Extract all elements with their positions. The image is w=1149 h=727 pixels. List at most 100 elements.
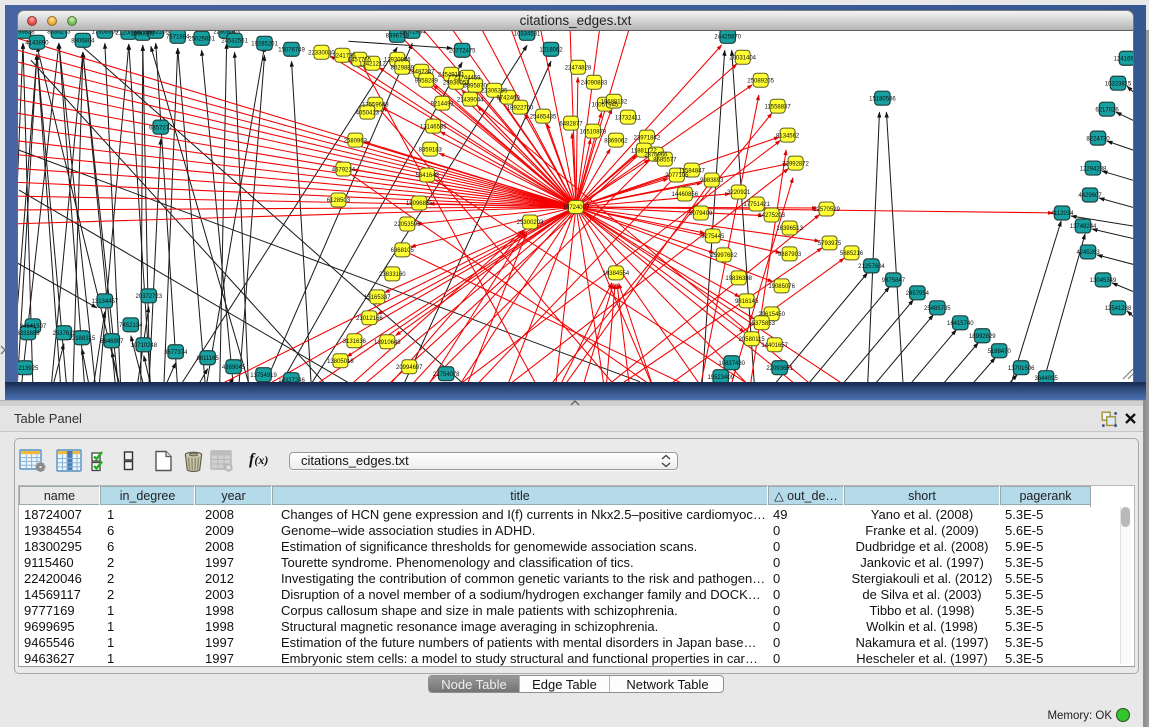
svg-text:4143890: 4143890 bbox=[25, 40, 49, 46]
svg-text:21754078: 21754078 bbox=[433, 372, 460, 378]
svg-text:22806503: 22806503 bbox=[213, 31, 240, 36]
svg-text:4050413: 4050413 bbox=[356, 110, 380, 116]
svg-text:8224730: 8224730 bbox=[1086, 136, 1110, 142]
svg-text:23487347: 23487347 bbox=[408, 69, 435, 75]
svg-text:18922760: 18922760 bbox=[507, 105, 534, 111]
svg-text:13732411: 13732411 bbox=[615, 115, 642, 121]
svg-text:2457954: 2457954 bbox=[906, 291, 930, 297]
svg-text:17751421: 17751421 bbox=[743, 202, 770, 208]
svg-text:22474828: 22474828 bbox=[565, 65, 592, 71]
svg-text:13134457: 13134457 bbox=[92, 299, 119, 305]
svg-text:13910648: 13910648 bbox=[374, 340, 401, 346]
svg-text:8646997: 8646997 bbox=[100, 339, 124, 345]
svg-text:12416912: 12416912 bbox=[1114, 56, 1134, 62]
svg-text:16072954: 16072954 bbox=[399, 31, 426, 36]
svg-text:22306335: 22306335 bbox=[481, 88, 508, 94]
svg-text:11584847: 11584847 bbox=[679, 168, 706, 174]
svg-text:4112034: 4112034 bbox=[1051, 211, 1074, 217]
svg-text:20372723: 20372723 bbox=[135, 294, 162, 300]
svg-text:3644095: 3644095 bbox=[1035, 376, 1059, 382]
svg-text:8685577: 8685577 bbox=[653, 157, 677, 163]
svg-text:14275203: 14275203 bbox=[758, 213, 785, 219]
svg-text:10837430: 10837430 bbox=[718, 361, 745, 367]
svg-text:24090883: 24090883 bbox=[581, 80, 608, 86]
svg-text:5641643: 5641643 bbox=[416, 173, 440, 179]
svg-text:7671884: 7671884 bbox=[166, 35, 190, 41]
svg-text:24425670: 24425670 bbox=[714, 35, 741, 41]
svg-text:17559643: 17559643 bbox=[362, 102, 389, 108]
svg-text:20994697: 20994697 bbox=[396, 365, 423, 371]
svg-text:14401657: 14401657 bbox=[761, 343, 788, 349]
svg-text:8079409: 8079409 bbox=[689, 211, 713, 217]
svg-text:23971842: 23971842 bbox=[634, 135, 661, 141]
svg-text:6368105: 6368105 bbox=[391, 248, 415, 254]
svg-text:18096865: 18096865 bbox=[406, 201, 433, 207]
svg-text:25465435: 25465435 bbox=[530, 114, 557, 120]
svg-text:8359183: 8359183 bbox=[419, 147, 443, 153]
svg-text:15180586: 15180586 bbox=[869, 96, 896, 102]
svg-text:6742460: 6742460 bbox=[496, 95, 520, 101]
svg-text:22053595: 22053595 bbox=[394, 222, 421, 228]
svg-text:21257684: 21257684 bbox=[858, 264, 885, 270]
svg-text:23833160: 23833160 bbox=[379, 272, 406, 278]
svg-text:9983893: 9983893 bbox=[700, 178, 724, 184]
svg-text:19523409: 19523409 bbox=[707, 375, 734, 381]
svg-text:25089205: 25089205 bbox=[747, 78, 774, 84]
svg-text:10710248: 10710248 bbox=[130, 343, 157, 349]
svg-text:18724007: 18724007 bbox=[563, 205, 590, 211]
svg-text:13805018: 13805018 bbox=[327, 359, 354, 365]
svg-text:22093651: 22093651 bbox=[766, 366, 793, 372]
svg-text:9214491: 9214491 bbox=[431, 101, 455, 107]
svg-text:6217026: 6217026 bbox=[1095, 107, 1119, 113]
svg-text:25025631: 25025631 bbox=[188, 36, 215, 42]
svg-text:14460856: 14460856 bbox=[672, 192, 699, 198]
svg-text:16213925: 16213925 bbox=[17, 366, 39, 372]
svg-text:4245263: 4245263 bbox=[1076, 250, 1100, 256]
svg-text:22744459: 22744459 bbox=[454, 75, 481, 81]
svg-text:10327246: 10327246 bbox=[278, 378, 305, 382]
svg-text:3131636: 3131636 bbox=[343, 339, 367, 345]
svg-text:19688132: 19688132 bbox=[601, 99, 628, 105]
svg-text:5793975: 5793975 bbox=[818, 241, 842, 247]
svg-text:25997682: 25997682 bbox=[710, 253, 737, 259]
svg-text:6128503: 6128503 bbox=[327, 198, 351, 204]
svg-text:7452134: 7452134 bbox=[119, 323, 143, 329]
svg-text:2580963: 2580963 bbox=[344, 138, 368, 144]
svg-text:5685216: 5685216 bbox=[840, 251, 864, 257]
svg-text:12294238: 12294238 bbox=[1080, 166, 1107, 172]
svg-text:6482877: 6482877 bbox=[559, 121, 583, 127]
svg-text:8806804: 8806804 bbox=[71, 38, 95, 44]
svg-text:13754919: 13754919 bbox=[250, 373, 277, 379]
svg-text:16396513: 16396513 bbox=[776, 226, 803, 232]
svg-text:13701506: 13701506 bbox=[1008, 366, 1035, 372]
svg-text:13146585: 13146585 bbox=[420, 124, 447, 130]
svg-text:4389045: 4389045 bbox=[222, 365, 246, 371]
svg-text:22570529: 22570529 bbox=[813, 207, 840, 213]
svg-text:1218062: 1218062 bbox=[539, 47, 563, 53]
svg-text:3677374: 3677374 bbox=[164, 350, 188, 356]
svg-text:10323815: 10323815 bbox=[1105, 81, 1132, 87]
svg-text:4679214: 4679214 bbox=[332, 167, 356, 173]
svg-text:13045349: 13045349 bbox=[1090, 278, 1117, 284]
svg-text:3333883: 3333883 bbox=[17, 331, 40, 337]
svg-text:19085076: 19085076 bbox=[768, 284, 795, 290]
svg-text:21439044: 21439044 bbox=[457, 97, 484, 103]
svg-text:6357277: 6357277 bbox=[149, 125, 173, 131]
svg-text:24532561: 24532561 bbox=[221, 38, 248, 44]
svg-text:9275445: 9275445 bbox=[701, 234, 725, 240]
svg-text:20772475: 20772475 bbox=[449, 48, 476, 54]
svg-text:9958289: 9958289 bbox=[415, 78, 439, 84]
svg-text:15375853: 15375853 bbox=[748, 321, 775, 327]
svg-text:19836388: 19836388 bbox=[725, 276, 752, 282]
svg-text:8336273: 8336273 bbox=[47, 31, 71, 36]
svg-text:5188470: 5188470 bbox=[988, 349, 1012, 355]
svg-text:16415740: 16415740 bbox=[947, 321, 974, 327]
svg-text:13748244: 13748244 bbox=[1070, 224, 1097, 230]
svg-text:19384554: 19384554 bbox=[603, 271, 630, 277]
svg-text:11558837: 11558837 bbox=[765, 104, 792, 110]
svg-text:4429607: 4429607 bbox=[1078, 193, 1102, 199]
svg-text:9875847: 9875847 bbox=[882, 278, 906, 284]
svg-text:21012166: 21012166 bbox=[356, 316, 383, 322]
svg-text:1999828: 1999828 bbox=[17, 31, 35, 36]
svg-text:16510878: 16510878 bbox=[580, 129, 607, 135]
